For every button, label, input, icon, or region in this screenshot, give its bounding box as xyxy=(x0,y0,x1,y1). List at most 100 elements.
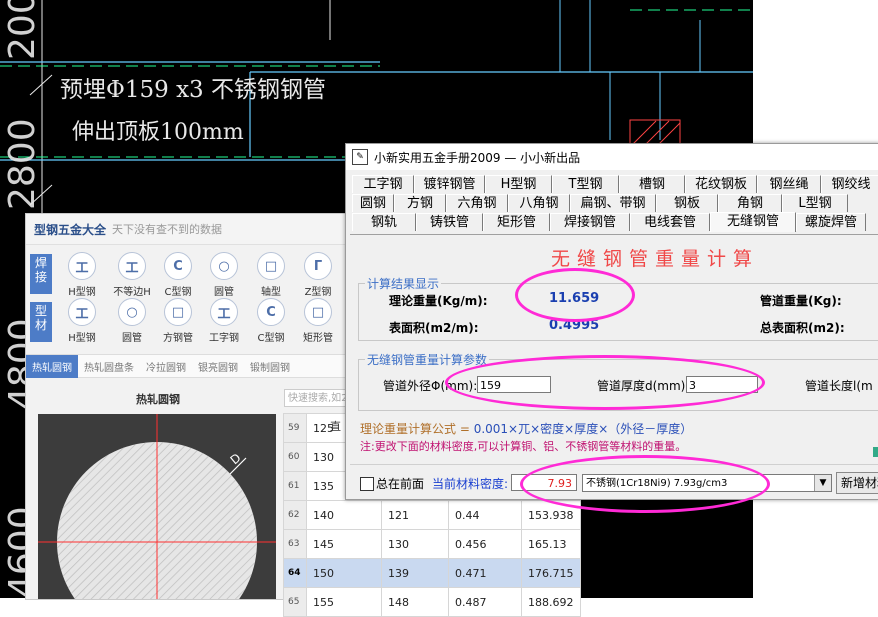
tab-tabs_row2-6[interactable]: 角钢 xyxy=(718,194,782,212)
shape-label: H型钢 xyxy=(68,287,96,298)
subtab-cold-drawn-round[interactable]: 冷拉圆钢 xyxy=(140,355,192,378)
handbook-subtabs: 热轧圆钢 热轧圆盘条 冷拉圆钢 银亮圆钢 锻制圆钢 xyxy=(26,354,361,378)
shape-item[interactable]: □ 矩形管 xyxy=(296,298,340,344)
tab-tabs_row3-1[interactable]: 铸铁管 xyxy=(416,213,483,231)
shape-item[interactable]: 工 H型钢 xyxy=(60,298,104,344)
table-cell-idx: 65 xyxy=(283,587,307,617)
shape-label: Z型钢 xyxy=(304,287,332,298)
pipe-weight-label: 管道重量(Kg): xyxy=(760,294,842,308)
shape-item[interactable]: 工工字钢 xyxy=(202,298,246,344)
shape-icon: C xyxy=(257,298,285,326)
calc-heading: 无缝钢管重量计算 xyxy=(551,248,760,270)
shape-label: 轴型 xyxy=(261,287,281,298)
cad-dimension-mid: 2800 xyxy=(2,118,43,210)
chevron-down-icon[interactable]: ▼ xyxy=(814,475,831,491)
shape-icon: 工 xyxy=(68,298,96,326)
table-cell-c3: 0.44 xyxy=(448,500,522,530)
panel-title: 热轧圆钢 xyxy=(136,393,180,406)
tab-tabs_row3-4[interactable]: 电线套管 xyxy=(630,213,710,231)
tab-tabs_row1-4[interactable]: 槽钢 xyxy=(619,175,685,193)
tab-tabs_row3-5[interactable]: 无缝钢管 xyxy=(710,212,796,232)
tab-tabs_row3-0[interactable]: 钢轨 xyxy=(352,213,416,231)
cad-annotation-line2: 伸出顶板100mm xyxy=(72,120,244,145)
table-row[interactable]: 64 150 139 0.471 176.715 xyxy=(283,558,581,588)
total-area-label: 总表面积(m2): xyxy=(760,321,845,335)
length-label: 管道长度l(m xyxy=(805,379,873,393)
table-cell-idx: 60 xyxy=(283,442,307,472)
tab-tabs_row2-5[interactable]: 钢板 xyxy=(656,194,718,212)
formula-body: 0.001×兀×密度×厚度×（外径－厚度） xyxy=(473,422,693,436)
shape-item[interactable]: ○ 圆管 xyxy=(110,298,154,344)
shape-item[interactable]: ○ 圆管 xyxy=(202,252,246,298)
shape-item[interactable]: 工 H型钢 xyxy=(60,252,104,298)
tab-tabs_row2-7[interactable]: L型钢 xyxy=(782,194,848,212)
shape-item[interactable]: C C型钢 xyxy=(249,298,293,344)
shape-icon: 工 xyxy=(210,298,238,326)
tab-tabs_row1-7[interactable]: 钢绞线 xyxy=(821,175,878,193)
shape-item[interactable]: □ 轴型 xyxy=(249,252,293,298)
calc-titlebar: ✎ 小新实用五金手册2009 — 小小新出品 xyxy=(346,144,878,170)
shape-label: C型钢 xyxy=(257,333,285,344)
table-cell-c2: 139 xyxy=(381,558,449,588)
tab-tabs_row1-3[interactable]: T型钢 xyxy=(552,175,619,193)
params-legend: 无缝钢管重量计算参数 xyxy=(367,353,488,367)
table-cell-c3: 0.456 xyxy=(448,529,522,559)
table-cell-c2: 130 xyxy=(381,529,449,559)
table-cell-c1: 140 xyxy=(306,500,382,530)
handbook-subtitle: 天下没有查不到的数据 xyxy=(112,223,223,236)
tab-tabs_row2-2[interactable]: 六角钢 xyxy=(446,194,508,212)
table-cell-c4: 165.13 xyxy=(521,529,581,559)
add-material-button[interactable]: 新增材料 xyxy=(836,472,878,494)
subtab-hot-rolled-coil[interactable]: 热轧圆盘条 xyxy=(78,355,140,378)
shape-item[interactable]: Γ Z型钢 xyxy=(296,252,340,298)
highlight-density-ellipse xyxy=(520,455,770,513)
table-row[interactable]: 62 140 121 0.44 153.938 xyxy=(283,500,581,530)
tab-tabs_row2-4[interactable]: 扁钢、带钢 xyxy=(570,194,656,212)
subtab-forged-round[interactable]: 锻制圆钢 xyxy=(244,355,296,378)
tab-tabs_row2-1[interactable]: 方钢 xyxy=(394,194,446,212)
subtab-bright-round[interactable]: 银亮圆钢 xyxy=(192,355,244,378)
table-cell-idx: 63 xyxy=(283,529,307,559)
table-row[interactable]: 63 145 130 0.456 165.13 xyxy=(283,529,581,559)
shape-icon: 工 xyxy=(68,252,96,280)
shape-label: 矩形管 xyxy=(303,333,333,344)
shape-label: 工字钢 xyxy=(209,333,239,344)
subtab-hot-rolled-round[interactable]: 热轧圆钢 xyxy=(26,355,78,378)
table-row[interactable]: 65 155 148 0.487 188.692 xyxy=(283,587,581,617)
handbook-titlebar: 型钢五金大全 天下没有查不到的数据 xyxy=(26,214,361,245)
tab-tabs_row3-6[interactable]: 螺旋焊管 xyxy=(796,213,866,231)
always-on-top-checkbox[interactable] xyxy=(360,477,374,491)
tab-tabs_row1-0[interactable]: 工字钢 xyxy=(352,175,414,193)
table-cell-idx: 62 xyxy=(283,500,307,530)
shape-icon: ○ xyxy=(210,252,238,280)
tab-tabs_row3-3[interactable]: 焊接钢管 xyxy=(550,213,630,231)
category-profile[interactable]: 型材 xyxy=(30,302,52,342)
density-note: 注:更改下面的材料密度,可以计算铜、铝、不锈钢管等材料的重量。 xyxy=(360,440,687,453)
tab-tabs_row1-1[interactable]: 镀锌钢管 xyxy=(414,175,485,193)
cad-dimension-top: 200 xyxy=(2,0,43,60)
highlight-params-ellipse xyxy=(445,355,765,410)
table-cell-c2: 148 xyxy=(381,587,449,617)
category-weld[interactable]: 焊接 xyxy=(30,254,52,294)
table-cell-idx: 59 xyxy=(283,413,307,443)
shape-label: C型钢 xyxy=(164,287,192,298)
tab-tabs_row1-5[interactable]: 花纹钢板 xyxy=(685,175,757,193)
table-cell-c1: 155 xyxy=(306,587,382,617)
table-cell-c1: 150 xyxy=(306,558,382,588)
shape-item[interactable]: □ 方钢管 xyxy=(156,298,200,344)
formula-prefix: 理论重量计算公式 = xyxy=(360,422,470,436)
round-bar-drawing xyxy=(38,414,276,599)
hardware-manual-window: ✎ 小新实用五金手册2009 — 小小新出品 工字钢 镀锌钢管 H型钢 T型钢 槽钢 花纹… xyxy=(345,143,878,500)
tab-tabs_row1-6[interactable]: 钢丝绳 xyxy=(757,175,821,193)
tab-tabs_row2-3[interactable]: 八角钢 xyxy=(508,194,570,212)
tab-tabs_row3-2[interactable]: 矩形管 xyxy=(483,213,550,231)
tab-tabs_row1-2[interactable]: H型钢 xyxy=(485,175,552,193)
density-label: 当前材料密度: xyxy=(432,477,509,491)
round-bar-diagram: D xyxy=(38,414,276,599)
tab-tabs_row2-0[interactable]: 圆钢 xyxy=(352,194,394,212)
table-cell-c4: 188.692 xyxy=(521,587,581,617)
shape-item[interactable]: C C型钢 xyxy=(156,252,200,298)
status-icon xyxy=(873,447,878,457)
shape-label: 圆管 xyxy=(214,287,234,298)
table-cell-c3: 0.471 xyxy=(448,558,522,588)
